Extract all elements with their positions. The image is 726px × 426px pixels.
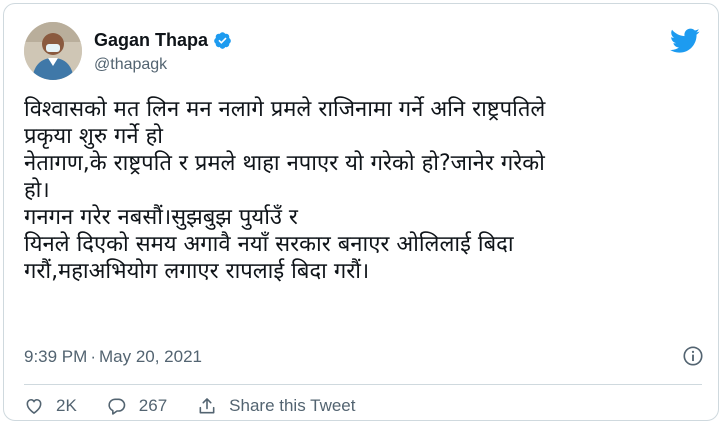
avatar-image bbox=[24, 22, 82, 80]
tweet-header: Gagan Thapa @thapagk bbox=[24, 22, 704, 82]
twitter-bird-icon[interactable] bbox=[670, 28, 700, 54]
tweet-text-line: यिनले दिएको समय अगावै नयाँ सरकार बनाएर ओ… bbox=[24, 232, 514, 257]
divider bbox=[24, 384, 702, 385]
tweet-time: 9:39 PM bbox=[24, 347, 88, 366]
tweet-text-line: प्रकृया शुरु गर्ने हो bbox=[24, 124, 163, 149]
tweet-text-line: विश्वासको मत लिन मन नलागे प्रमले राजिनाम… bbox=[24, 97, 546, 122]
info-icon[interactable] bbox=[682, 345, 704, 367]
share-icon bbox=[199, 398, 215, 414]
tweet-date: May 20, 2021 bbox=[98, 347, 202, 366]
tweet-timestamp[interactable]: 9:39 PM · May 20, 2021 bbox=[24, 347, 202, 367]
reply-count: 267 bbox=[138, 396, 168, 415]
tweet-text-line: गरौं,महाअभियोग लगाएर रापलाई बिदा गरौं। bbox=[24, 259, 370, 284]
like-count: 2K bbox=[56, 396, 77, 415]
share-button[interactable]: Share this Tweet bbox=[197, 396, 356, 416]
reply-bubble-icon bbox=[108, 398, 126, 415]
reply-button[interactable]: 267 bbox=[107, 396, 167, 416]
author-handle[interactable]: @thapagk bbox=[94, 56, 167, 74]
timestamp-separator: · bbox=[90, 347, 96, 366]
verified-badge-icon bbox=[214, 32, 231, 49]
author-name-row: Gagan Thapa bbox=[94, 30, 232, 51]
author-name[interactable]: Gagan Thapa bbox=[94, 30, 208, 51]
tweet-text-line: गनगन गरेर नबसौं।सुझबुझ पुर्याउँ र bbox=[24, 205, 298, 230]
tweet-card: Gagan Thapa @thapagk विश्वासको मत लिन मन… bbox=[3, 3, 719, 421]
tweet-actions: 2K 267 Share this Tweet bbox=[24, 396, 386, 416]
avatar[interactable] bbox=[24, 22, 82, 80]
share-label: Share this Tweet bbox=[229, 396, 356, 415]
tweet-text-line: हो। bbox=[24, 178, 50, 203]
like-button[interactable]: 2K bbox=[24, 396, 77, 416]
tweet-text-line: नेतागण,के राष्ट्रपति र प्रमले थाहा नपाएर… bbox=[24, 151, 545, 176]
tweet-text: विश्वासको मत लिन मन नलागे प्रमले राजिनाम… bbox=[24, 96, 704, 285]
heart-icon bbox=[26, 398, 42, 415]
